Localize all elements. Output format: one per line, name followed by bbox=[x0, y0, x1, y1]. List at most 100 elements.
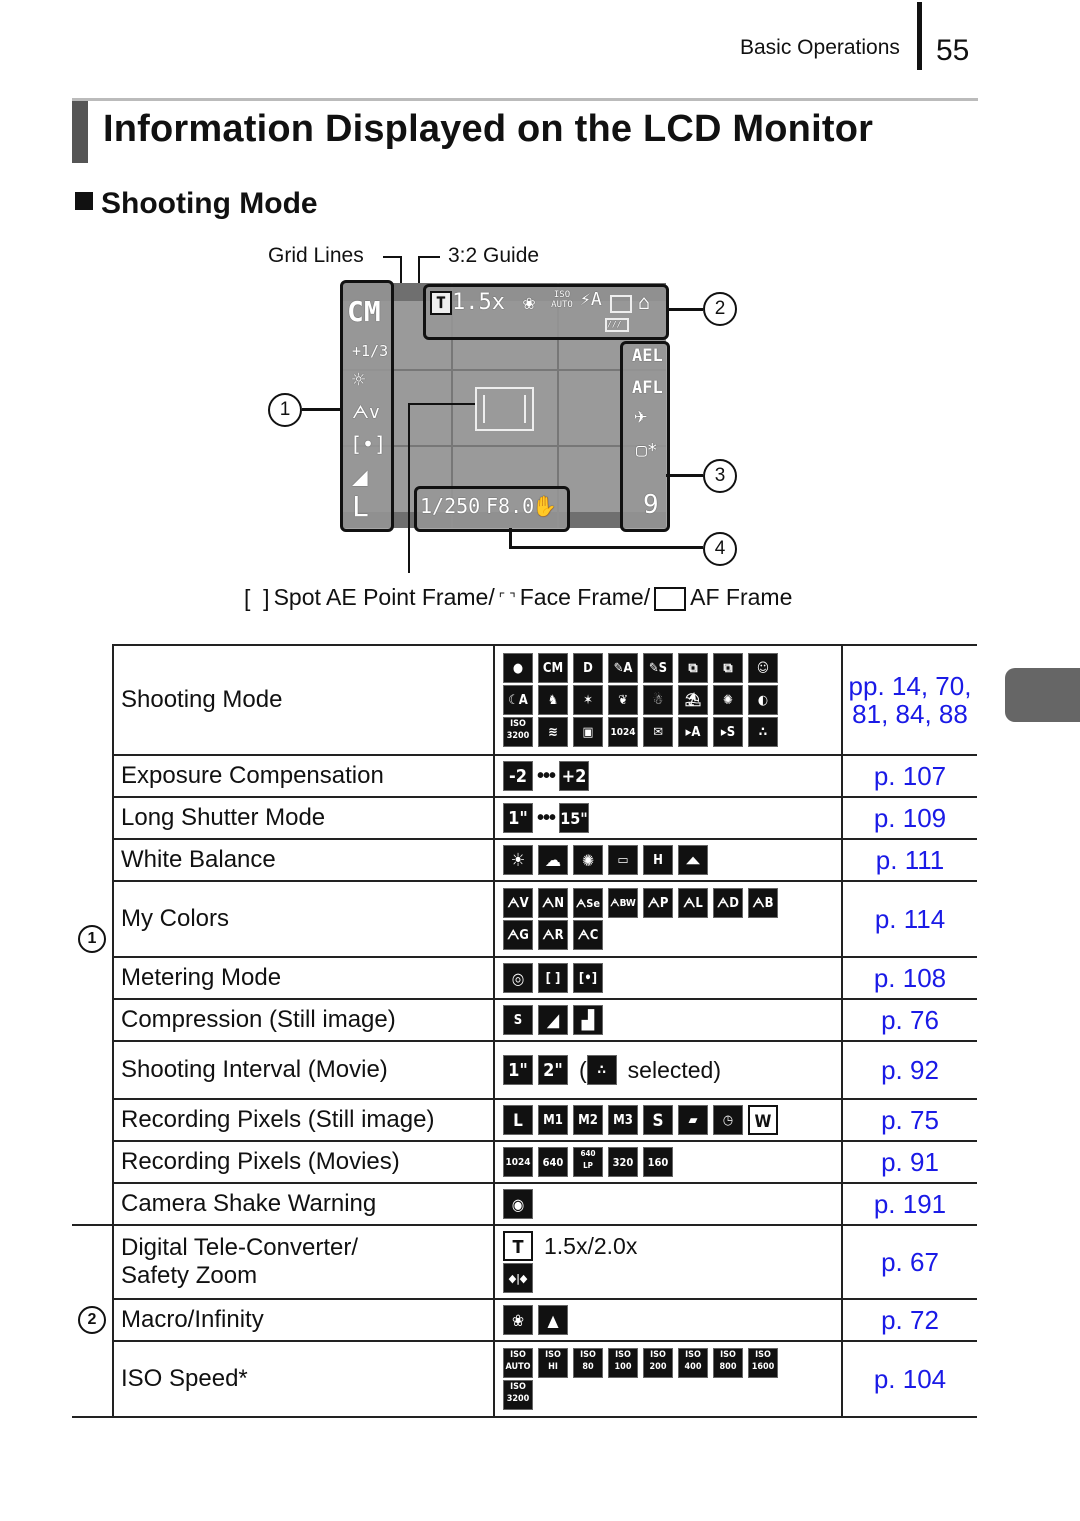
stitch-assist-rl-icon: ⧉ bbox=[713, 653, 743, 683]
fireworks-icon: ✺ bbox=[713, 685, 743, 715]
camera-shake-warning-icon: ◉ bbox=[503, 1189, 533, 1219]
auto-mode-icon: ● bbox=[503, 653, 533, 683]
page-reference[interactable]: p. 107 bbox=[842, 754, 977, 798]
icon-cell: 1" 2"(∴ selected) bbox=[494, 1040, 843, 1100]
table-row: Metering Mode ◎[ ] [•] p. 108 bbox=[72, 956, 977, 1000]
color-swap-icon: ✎S bbox=[643, 653, 673, 683]
item-label: Recording Pixels (Still image) bbox=[113, 1098, 495, 1142]
shots-remaining: 9 bbox=[643, 490, 659, 520]
tele-converter-icon: T bbox=[503, 1231, 533, 1261]
my-colors-sepia-icon: ᗅSe bbox=[573, 888, 603, 918]
page-title: Information Displayed on the LCD Monitor bbox=[103, 108, 874, 150]
movie-standard-icon: ▣ bbox=[573, 717, 603, 747]
custom-display-icon: ▢* bbox=[636, 440, 658, 461]
running-header-section: Basic Operations bbox=[740, 36, 900, 59]
movie-1024-icon: 1024 bbox=[503, 1147, 533, 1177]
my-colors-darker-skin-icon: ᗅD bbox=[713, 888, 743, 918]
interval-1s-icon: 1" bbox=[503, 1055, 533, 1085]
callout-2: 2 bbox=[703, 292, 737, 326]
callout-4: 4 bbox=[703, 532, 737, 566]
camera-orientation-icon: ⌂ bbox=[638, 290, 651, 314]
page-reference[interactable]: p. 76 bbox=[842, 998, 977, 1042]
my-colors-bw-icon: ᗅBW bbox=[608, 888, 638, 918]
item-label: White Balance bbox=[113, 838, 495, 882]
display-info-table: Shooting Mode ● CM D ✎A ✎S ⧉ ⧉ ☺ ☾A ♞ ✶ ❦ ☃ ⛱ ✺ ◐ ISO 3… bbox=[72, 644, 977, 1418]
item-label: Compression (Still image) bbox=[113, 998, 495, 1042]
iso-1600-icon: ISO 1600 bbox=[748, 1348, 778, 1378]
frame-legend: [ ] Spot AE Point Frame/⌜ ⌝ Face Frame/AF … bbox=[244, 584, 793, 612]
custom-mode-icon: CM bbox=[347, 295, 381, 328]
pixels-m1-icon: M1 bbox=[538, 1105, 568, 1135]
page-reference[interactable]: p. 108 bbox=[842, 956, 977, 1000]
section-heading: Shooting Mode bbox=[75, 187, 318, 221]
page-reference[interactable]: p. 111 bbox=[842, 838, 977, 882]
shutter-speed: 1/250 bbox=[420, 494, 481, 518]
portrait-icon: ☺ bbox=[748, 653, 778, 683]
movie-time-lapse-icon: ∴ bbox=[748, 717, 778, 747]
battery-icon: /// bbox=[605, 318, 629, 332]
page-reference[interactable]: p. 191 bbox=[842, 1182, 977, 1226]
icon-cell: 1" ••• 15" bbox=[494, 796, 843, 840]
aquarium-icon: ◐ bbox=[748, 685, 778, 715]
page-reference[interactable]: p. 92 bbox=[842, 1040, 977, 1100]
safety-zoom-icon: ◆|◆ bbox=[503, 1263, 533, 1293]
leader-line bbox=[408, 403, 410, 573]
icon-cell: L M1 M2 M3 S ▰ ◷ W bbox=[494, 1098, 843, 1142]
shutter-1s-icon: 1" bbox=[503, 803, 533, 833]
metering-evaluative-icon: ◎ bbox=[503, 963, 533, 993]
drive-mode-icon bbox=[610, 295, 632, 313]
iso-400-icon: ISO 400 bbox=[678, 1348, 708, 1378]
interval-2s-icon: 2" bbox=[538, 1055, 568, 1085]
page-reference[interactable]: p. 104 bbox=[842, 1340, 977, 1418]
digital-macro-icon: D bbox=[573, 653, 603, 683]
wb-fluorescent-icon: ▭ bbox=[608, 845, 638, 875]
page-reference[interactable]: p. 67 bbox=[842, 1224, 977, 1300]
leader-line bbox=[509, 546, 703, 549]
my-colors-custom-icon: ᗅC bbox=[573, 920, 603, 950]
page-reference[interactable]: p. 72 bbox=[842, 1298, 977, 1342]
macro-icon: ❀ bbox=[503, 1305, 533, 1335]
iso-hi-icon: ISO HI bbox=[538, 1348, 568, 1378]
iso-auto-icon: ISO AUTO bbox=[551, 290, 573, 310]
grid-lines-label: Grid Lines bbox=[268, 244, 364, 267]
item-label: My Colors bbox=[113, 880, 495, 958]
iso-3200-icon: ISO 3200 bbox=[503, 1380, 533, 1410]
leader-line bbox=[408, 403, 475, 405]
wb-fluorescent-h-icon: H bbox=[643, 845, 673, 875]
page-reference[interactable]: p. 75 bbox=[842, 1098, 977, 1142]
pixels-widescreen-icon: W bbox=[748, 1105, 778, 1135]
exposure-plus2-icon: +2 bbox=[559, 761, 590, 791]
item-label: Shooting Interval (Movie) bbox=[113, 1040, 495, 1100]
item-label: Recording Pixels (Movies) bbox=[113, 1140, 495, 1184]
header-divider bbox=[917, 2, 922, 70]
item-label: Digital Tele-Converter/Safety Zoom bbox=[113, 1224, 495, 1300]
my-colors-vivid-red-icon: ᗅR bbox=[538, 920, 568, 950]
iso-100-icon: ISO 100 bbox=[608, 1348, 638, 1378]
kids-pets-icon: ♞ bbox=[538, 685, 568, 715]
callout-3: 3 bbox=[703, 459, 737, 493]
table-row: Recording Pixels (Movies) 1024 640640 LP 32… bbox=[72, 1140, 977, 1184]
my-colors-vivid-green-icon: ᗅG bbox=[503, 920, 533, 950]
page-reference[interactable]: pp. 14, 70, 81, 84, 88 bbox=[842, 644, 977, 756]
table-row: Digital Tele-Converter/Safety Zoom T 1.5x… bbox=[72, 1224, 977, 1300]
icon-cell: ISO AUTOISO HIISO 80ISO 100ISO 200ISO 400ISO 80… bbox=[494, 1340, 843, 1418]
group-marker-1: 1 bbox=[78, 925, 106, 953]
item-label: Exposure Compensation bbox=[113, 754, 495, 798]
table-row: 1 My Colors ᗅV ᗅN ᗅSe ᗅBW ᗅP ᗅL ᗅD ᗅB ᗅG ᗅR ᗅC p.… bbox=[72, 880, 977, 958]
icon-cell: ❀ ▲ bbox=[494, 1298, 843, 1342]
page-reference[interactable]: p. 91 bbox=[842, 1140, 977, 1184]
page-reference[interactable]: p. 114 bbox=[842, 880, 977, 958]
table-row: 2 Macro/Infinity ❀ ▲ p. 72 bbox=[72, 1298, 977, 1342]
iso-200-icon: ISO 200 bbox=[643, 1348, 673, 1378]
snow-icon: ☃ bbox=[643, 685, 673, 715]
leader-line bbox=[302, 408, 340, 411]
flash-auto-icon: ⚡A bbox=[580, 289, 602, 310]
wb-daylight-icon: ☀ bbox=[503, 845, 533, 875]
guide-32-label: 3:2 Guide bbox=[448, 244, 540, 267]
tele-converter-icon: T bbox=[430, 291, 452, 315]
leader-line bbox=[418, 256, 440, 258]
indoor-icon: ✶ bbox=[573, 685, 603, 715]
page-reference[interactable]: p. 109 bbox=[842, 796, 977, 840]
metering-center-weighted-icon: [ ] bbox=[538, 963, 568, 993]
table-row: Shooting Mode ● CM D ✎A ✎S ⧉ ⧉ ☺ ☾A ♞ ✶ ❦ ☃ ⛱ ✺ ◐ ISO 3… bbox=[72, 644, 977, 756]
